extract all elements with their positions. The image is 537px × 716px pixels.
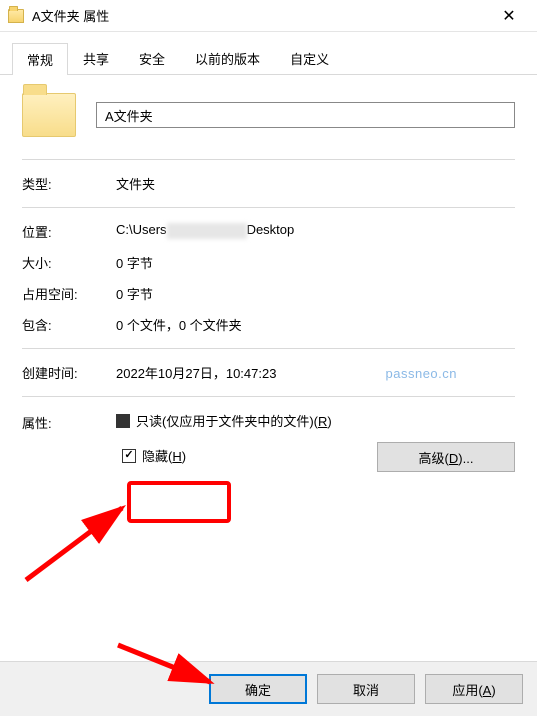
tab-general[interactable]: 常规 [12, 43, 68, 75]
content: 类型: 文件夹 位置: C:\Users Desktop 大小: 0 字节 占用空… [0, 75, 537, 482]
type-value: 文件夹 [116, 174, 515, 193]
folder-icon [8, 9, 24, 23]
readonly-row[interactable]: 只读(仅应用于文件夹中的文件)(R) [116, 411, 515, 430]
location-value: C:\Users Desktop [116, 222, 515, 241]
tab-security[interactable]: 安全 [124, 42, 180, 74]
location-blur [167, 223, 247, 239]
cancel-button[interactable]: 取消 [317, 674, 415, 704]
annotation-highlight-box [127, 481, 231, 523]
watermark: passneo.cn [386, 366, 458, 381]
ok-button[interactable]: 确定 [209, 674, 307, 704]
footer: 确定 取消 应用(A) [0, 661, 537, 716]
hidden-checkbox[interactable] [122, 449, 136, 463]
readonly-text: 只读(仅应用于文件夹中的文件)(R) [136, 411, 332, 430]
disk-value: 0 字节 [116, 284, 515, 303]
size-label: 大小: [22, 253, 116, 272]
folder-name-input[interactable] [96, 102, 515, 128]
type-label: 类型: [22, 174, 116, 193]
contains-value: 0 个文件，0 个文件夹 [116, 315, 515, 334]
location-prefix: C:\Users [116, 222, 167, 237]
folder-large-icon [22, 93, 76, 137]
advanced-button[interactable]: 高级(D)... [377, 442, 515, 472]
attributes-label: 属性: [22, 411, 116, 472]
tab-custom[interactable]: 自定义 [275, 42, 344, 74]
apply-button[interactable]: 应用(A) [425, 674, 523, 704]
tabbar: 常规 共享 安全 以前的版本 自定义 [0, 32, 537, 75]
tab-previous[interactable]: 以前的版本 [180, 42, 275, 74]
size-value: 0 字节 [116, 253, 515, 272]
hidden-text: 隐藏(H) [142, 446, 186, 465]
tab-share[interactable]: 共享 [68, 42, 124, 74]
location-suffix: Desktop [247, 222, 295, 237]
readonly-checkbox[interactable] [116, 414, 130, 428]
disk-label: 占用空间: [22, 284, 116, 303]
location-label: 位置: [22, 222, 116, 241]
created-label: 创建时间: [22, 363, 116, 382]
contains-label: 包含: [22, 315, 116, 334]
close-button[interactable]: ✕ [489, 2, 529, 30]
window-title: A文件夹 属性 [32, 6, 489, 25]
titlebar: A文件夹 属性 ✕ [0, 0, 537, 32]
hidden-row[interactable]: 隐藏(H) [116, 442, 192, 469]
